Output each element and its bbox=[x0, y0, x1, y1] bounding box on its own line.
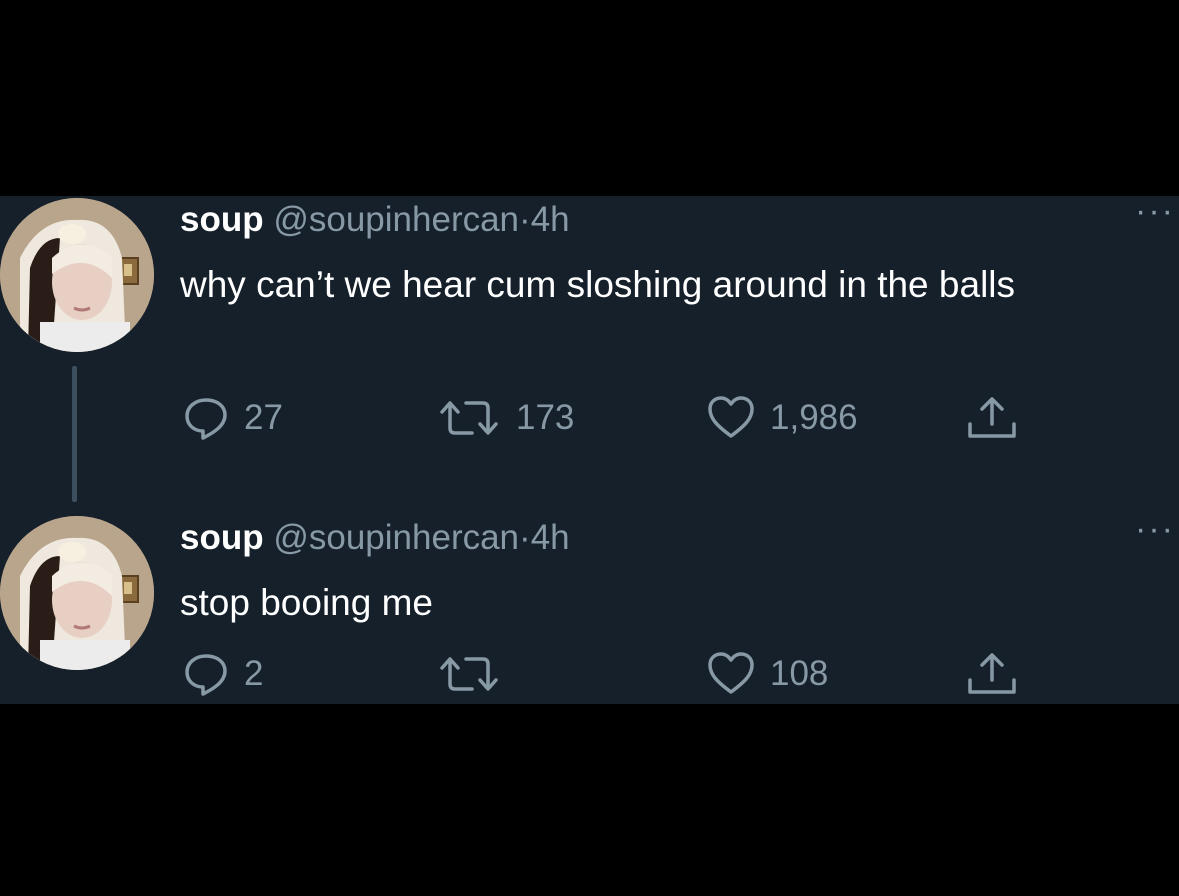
reply-button[interactable]: 2 bbox=[182, 644, 263, 704]
retweet-count: 173 bbox=[516, 398, 575, 437]
like-button[interactable]: 1,986 bbox=[706, 388, 858, 448]
timestamp[interactable]: 4h bbox=[531, 200, 570, 239]
avatar[interactable] bbox=[0, 198, 154, 352]
tweet-header: soup @soupinhercan·4h bbox=[180, 518, 570, 558]
reply-icon bbox=[185, 398, 227, 440]
tweet-text: stop booing me bbox=[180, 582, 434, 623]
tweet-actions: 27 173 1,986 bbox=[0, 388, 1179, 448]
more-options-icon[interactable]: ··· bbox=[1135, 512, 1175, 546]
reply-icon bbox=[185, 654, 227, 696]
timestamp[interactable]: 4h bbox=[531, 518, 570, 557]
retweet-icon bbox=[440, 401, 498, 435]
like-icon bbox=[708, 396, 754, 438]
tweet[interactable]: soup @soupinhercan·4h ··· stop booing me… bbox=[0, 512, 1179, 704]
tweet-header: soup @soupinhercan·4h bbox=[180, 200, 570, 240]
tweet-thread: soup @soupinhercan·4h ··· why can’t we h… bbox=[0, 196, 1179, 704]
share-button[interactable] bbox=[962, 388, 1022, 448]
separator: · bbox=[519, 518, 531, 557]
like-button[interactable]: 108 bbox=[706, 644, 828, 704]
share-icon bbox=[968, 653, 1016, 694]
reply-count: 2 bbox=[244, 654, 264, 693]
reply-count: 27 bbox=[244, 398, 283, 437]
retweet-icon bbox=[440, 657, 498, 691]
tweet-text: why can’t we hear cum sloshing around in… bbox=[180, 264, 1016, 305]
handle[interactable]: @soupinhercan bbox=[273, 518, 519, 557]
retweet-button[interactable]: 173 bbox=[436, 388, 574, 448]
separator: · bbox=[519, 200, 531, 239]
reply-button[interactable]: 27 bbox=[182, 388, 283, 448]
letterbox-bottom bbox=[0, 704, 1179, 896]
handle[interactable]: @soupinhercan bbox=[273, 200, 519, 239]
retweet-button[interactable] bbox=[436, 644, 516, 704]
tweet-actions: 2 108 bbox=[0, 644, 1179, 704]
like-count: 1,986 bbox=[770, 398, 858, 437]
share-icon bbox=[968, 397, 1016, 438]
more-options-icon[interactable]: ··· bbox=[1135, 196, 1175, 228]
display-name[interactable]: soup bbox=[180, 200, 264, 239]
tweet[interactable]: soup @soupinhercan·4h ··· why can’t we h… bbox=[0, 196, 1179, 506]
share-button[interactable] bbox=[962, 644, 1022, 704]
like-icon bbox=[708, 652, 754, 694]
display-name[interactable]: soup bbox=[180, 518, 264, 557]
letterbox-top bbox=[0, 0, 1179, 196]
like-count: 108 bbox=[770, 654, 829, 693]
